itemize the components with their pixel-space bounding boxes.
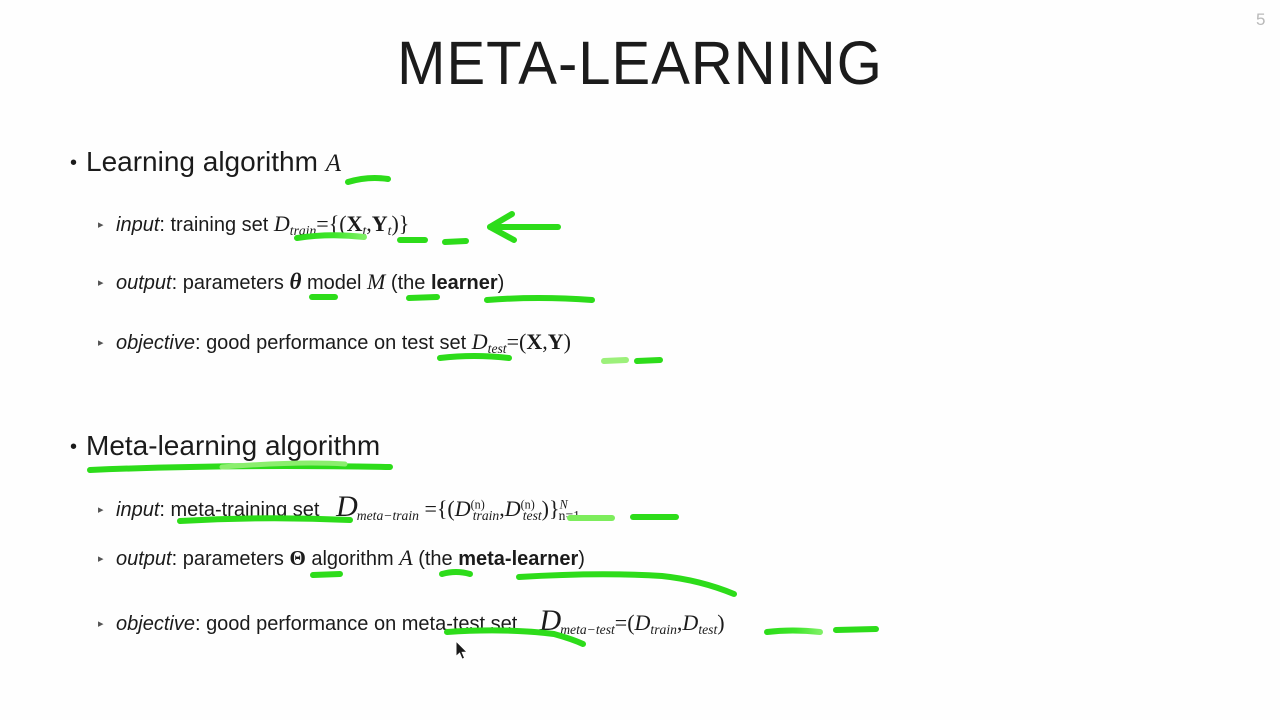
triangle-bullet-icon: ▸: [98, 219, 104, 231]
sub-bullet-label-objective: objective: [116, 332, 195, 354]
sub-bullet-paren-open: (the: [418, 548, 453, 570]
sub-bullet-colon: :: [159, 214, 171, 236]
sub-bullet-objective-meta-test: ▸ objective: good performance on meta-tes…: [98, 604, 725, 638]
sub-bullet-label-input: input: [116, 214, 160, 236]
sub-bullet-colon: :: [194, 613, 207, 635]
sub-bullet-colon: :: [159, 499, 171, 521]
triangle-bullet-icon: ▸: [98, 337, 104, 349]
sub-bullet-paren-open: (the: [390, 272, 426, 294]
symbol-script-A: A: [325, 150, 341, 177]
triangle-bullet-icon: ▸: [98, 553, 104, 565]
sub-bullet-paren-close: ): [578, 548, 585, 570]
symbol-capital-theta: Θ: [289, 546, 306, 570]
sub-bullet-text: good performance on test set: [206, 332, 467, 354]
bullet-meta-learning-algorithm-label: Meta-learning algorithm: [86, 430, 381, 461]
sub-bullet-paren-close: ): [497, 272, 505, 294]
symbol-script-M: M: [367, 269, 386, 294]
triangle-bullet-icon: ▸: [98, 618, 104, 630]
bullet-dot-icon: •: [70, 152, 78, 174]
sub-bullet-text-before: parameters: [182, 272, 284, 294]
bullet-learning-algorithm: • Learning algorithm A: [70, 146, 341, 178]
sub-bullet-output-meta-parameters: ▸ output: parameters Θ algorithm A (the m…: [98, 545, 585, 571]
sub-bullet-input-meta-training-set: ▸ input: meta-training set Dmeta−train ={…: [98, 490, 580, 524]
sub-bullet-label-objective: objective: [116, 613, 195, 635]
sub-bullet-output-parameters: ▸ output: parameters θ model M (the learn…: [98, 269, 504, 295]
sub-bullet-text: good performance on meta-test set: [206, 613, 518, 635]
sub-bullet-colon: :: [194, 332, 207, 354]
formula-d-test: Dtest=(X,Y): [471, 329, 571, 356]
term-meta-learner: meta-learner: [458, 548, 579, 570]
formula-d-meta-test: Dmeta−test=(Dtrain,Dtest): [539, 604, 725, 637]
sub-bullet-text-mid: model: [306, 272, 362, 294]
triangle-bullet-icon: ▸: [98, 277, 104, 289]
bullet-learning-algorithm-label: Learning algorithm: [86, 146, 318, 177]
sub-bullet-colon: :: [171, 272, 183, 294]
symbol-script-A: A: [399, 545, 413, 570]
sub-bullet-text: training set: [170, 214, 269, 236]
sub-bullet-text-before: parameters: [182, 548, 284, 570]
triangle-bullet-icon: ▸: [98, 504, 104, 516]
term-learner: learner: [430, 272, 498, 294]
sub-bullet-label-input: input: [116, 499, 160, 521]
slide-content: • Learning algorithm A ▸ input: training s…: [0, 0, 1280, 720]
sub-bullet-input-training-set: ▸ input: training set Dtrain={(Xt,Yt)}: [98, 211, 409, 239]
mouse-pointer-icon: [455, 640, 469, 660]
sub-bullet-objective-test: ▸ objective: good performance on test set…: [98, 329, 571, 357]
sub-bullet-label-output: output: [116, 272, 172, 294]
bullet-dot-icon: •: [70, 436, 78, 458]
formula-d-train: Dtrain={(Xt,Yt)}: [273, 211, 410, 238]
sub-bullet-text-mid: algorithm: [311, 548, 394, 570]
symbol-theta: θ: [289, 269, 302, 294]
sub-bullet-colon: :: [171, 548, 183, 570]
formula-d-meta-train: Dmeta−train ={(D(n)train,D(n)test)}Nn=1: [336, 490, 580, 523]
slide-canvas: 5 META-LEARNING • Learning algorithm A ▸ i…: [0, 0, 1280, 720]
bullet-meta-learning-algorithm: • Meta-learning algorithm: [70, 430, 380, 462]
sub-bullet-label-output: output: [116, 548, 172, 570]
sub-bullet-text: meta-training set: [170, 499, 320, 521]
